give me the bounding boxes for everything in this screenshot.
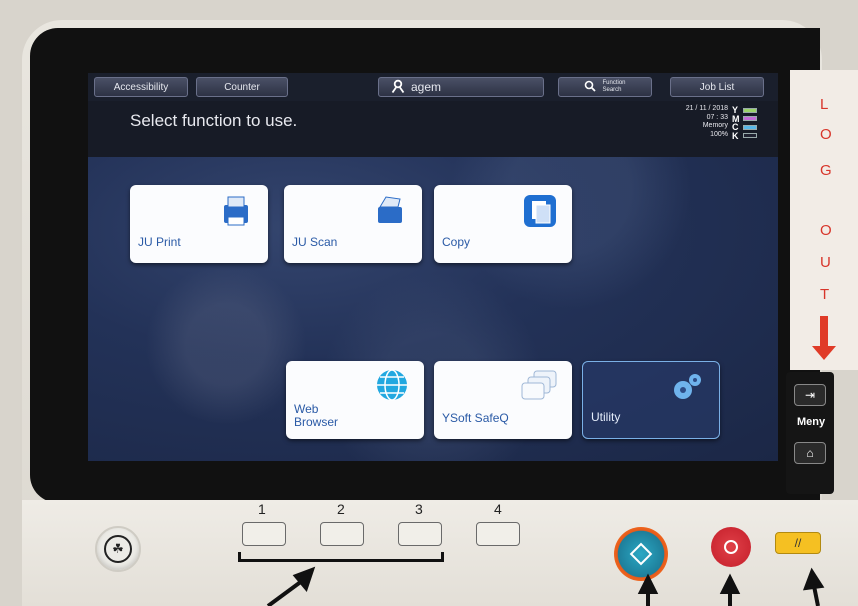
annotation-arrows — [266, 566, 825, 606]
